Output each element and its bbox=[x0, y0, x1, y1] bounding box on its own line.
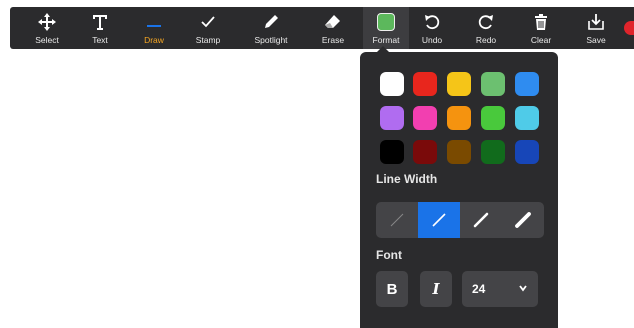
font-size-select[interactable]: 24 bbox=[462, 271, 538, 307]
line-width-medium-button[interactable] bbox=[460, 202, 502, 238]
color-swatch-r2-c5[interactable] bbox=[515, 106, 539, 130]
font-size-value: 24 bbox=[472, 282, 486, 296]
clear-tool-label: Clear bbox=[530, 35, 552, 45]
undo-tool-button[interactable]: Undo bbox=[409, 7, 455, 49]
undo-icon bbox=[422, 12, 442, 32]
redo-tool-button[interactable]: Redo bbox=[463, 7, 509, 49]
redo-icon bbox=[476, 12, 496, 32]
color-swatch-r1-c4[interactable] bbox=[481, 72, 505, 96]
undo-tool-label: Undo bbox=[421, 35, 443, 45]
select-tool-label: Select bbox=[35, 35, 59, 45]
color-swatch-r3-c5[interactable] bbox=[515, 140, 539, 164]
checkmark-stamp-icon bbox=[198, 12, 218, 32]
line-width-label: Line Width bbox=[376, 172, 438, 186]
color-swatch-r3-c1[interactable] bbox=[380, 140, 404, 164]
line-width-thinnest-button[interactable] bbox=[376, 202, 418, 238]
bold-button[interactable]: B bbox=[376, 271, 408, 307]
stamp-tool-button[interactable]: Stamp bbox=[185, 7, 231, 49]
color-swatch-r1-c1[interactable] bbox=[380, 72, 404, 96]
save-download-icon bbox=[586, 12, 606, 32]
close-red-dot[interactable] bbox=[624, 21, 634, 35]
color-swatch-r3-c4[interactable] bbox=[481, 140, 505, 164]
select-tool-button[interactable]: Select bbox=[24, 7, 70, 49]
redo-tool-label: Redo bbox=[475, 35, 497, 45]
color-swatch-r2-c3[interactable] bbox=[447, 106, 471, 130]
text-tool-label: Text bbox=[92, 35, 108, 45]
save-tool-label: Save bbox=[586, 35, 606, 45]
line-width-selector bbox=[376, 202, 544, 238]
line-width-thin-button[interactable] bbox=[418, 202, 460, 238]
color-swatch-r2-c4[interactable] bbox=[481, 106, 505, 130]
move-arrows-icon bbox=[37, 12, 57, 32]
color-swatch-r3-c2[interactable] bbox=[413, 140, 437, 164]
spotlight-pen-icon bbox=[261, 12, 281, 32]
line-width-thick-button[interactable] bbox=[502, 202, 544, 238]
line-width-thinnest-icon bbox=[390, 213, 404, 227]
eraser-icon bbox=[323, 12, 343, 32]
format-swatch-icon bbox=[376, 12, 396, 32]
format-color-swatch bbox=[377, 13, 395, 31]
line-width-thin-icon bbox=[432, 213, 446, 227]
erase-tool-button[interactable]: Erase bbox=[310, 7, 356, 49]
trash-icon bbox=[531, 12, 551, 32]
italic-button[interactable]: I bbox=[420, 271, 452, 307]
draw-tool-label: Draw bbox=[144, 35, 164, 45]
format-tool-button[interactable]: Format bbox=[363, 7, 409, 49]
format-tool-label: Format bbox=[372, 35, 400, 45]
line-width-thick-icon bbox=[515, 212, 531, 228]
text-t-icon bbox=[90, 12, 110, 32]
font-label: Font bbox=[376, 248, 402, 262]
line-width-medium-icon bbox=[473, 212, 489, 228]
color-swatch-r2-c1[interactable] bbox=[380, 106, 404, 130]
chevron-down-icon bbox=[518, 282, 528, 296]
stamp-tool-label: Stamp bbox=[195, 35, 221, 45]
color-swatch-r3-c3[interactable] bbox=[447, 140, 471, 164]
text-tool-button[interactable]: Text bbox=[77, 7, 123, 49]
spotlight-tool-label: Spotlight bbox=[254, 35, 288, 45]
color-swatch-r1-c2[interactable] bbox=[413, 72, 437, 96]
color-swatch-r1-c3[interactable] bbox=[447, 72, 471, 96]
erase-tool-label: Erase bbox=[321, 35, 345, 45]
spotlight-tool-button[interactable]: Spotlight bbox=[248, 7, 294, 49]
draw-line-icon bbox=[144, 12, 164, 32]
save-tool-button[interactable]: Save bbox=[573, 7, 619, 49]
format-panel: Line Width Font B I 24 bbox=[360, 52, 558, 328]
clear-tool-button[interactable]: Clear bbox=[518, 7, 564, 49]
draw-tool-button[interactable]: Draw bbox=[131, 7, 177, 49]
color-swatch-r2-c2[interactable] bbox=[413, 106, 437, 130]
annotation-toolbar: Select Text Draw Stamp Spotlight Erase F… bbox=[10, 7, 634, 49]
color-swatch-r1-c5[interactable] bbox=[515, 72, 539, 96]
